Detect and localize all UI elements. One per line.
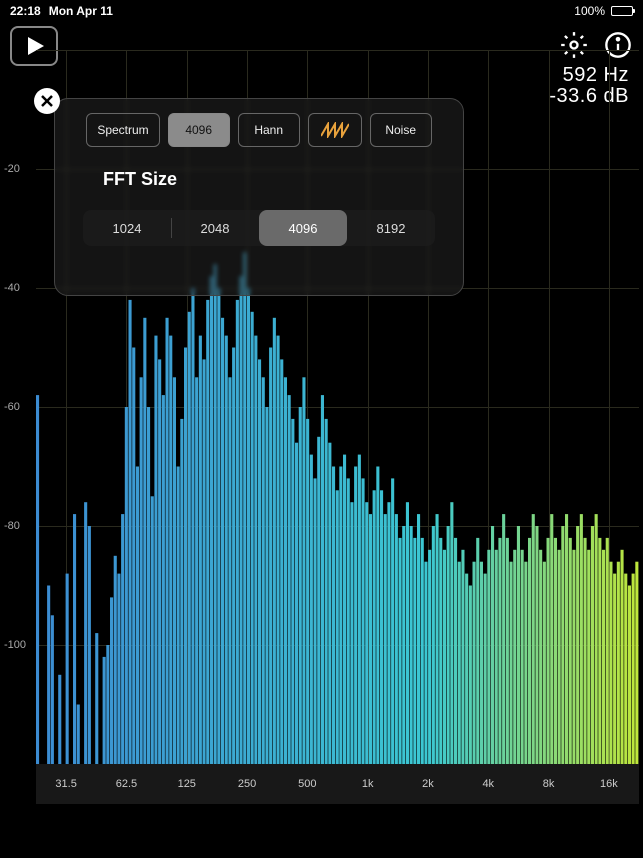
y-tick-label: -20: [4, 163, 20, 175]
popup-tab-4096[interactable]: 4096: [168, 113, 230, 147]
y-tick-label: -40: [4, 282, 20, 294]
x-tick-label: 1k: [362, 778, 374, 790]
sawtooth-icon: [321, 122, 349, 138]
popup-tab-spectrum[interactable]: Spectrum: [86, 113, 159, 147]
x-tick-label: 250: [238, 778, 256, 790]
close-icon: [40, 94, 54, 108]
fft-size-option-1024[interactable]: 1024: [83, 210, 171, 246]
x-tick-label: 31.5: [55, 778, 76, 790]
x-axis: 31.5 62.5 125 250 500 1k 2k 4k 8k 16k: [36, 764, 639, 804]
battery-icon: [611, 6, 633, 16]
y-tick-label: -80: [4, 520, 20, 532]
fft-size-option-8192[interactable]: 8192: [347, 210, 435, 246]
x-tick-label: 125: [178, 778, 196, 790]
y-tick-label: -100: [4, 639, 26, 651]
fft-settings-popup: Spectrum4096HannNoise FFT Size 102420484…: [54, 98, 464, 296]
x-tick-label: 62.5: [116, 778, 137, 790]
battery-percent-label: 100%: [574, 4, 605, 18]
fft-size-option-4096[interactable]: 4096: [259, 210, 347, 246]
status-date: Mon Apr 11: [49, 4, 113, 18]
popup-title: FFT Size: [103, 169, 445, 190]
popup-tab-hann[interactable]: Hann: [238, 113, 300, 147]
popup-tab-noise[interactable]: Noise: [370, 113, 432, 147]
x-tick-label: 500: [298, 778, 316, 790]
x-tick-label: 4k: [482, 778, 494, 790]
y-tick-label: -60: [4, 401, 20, 413]
status-time: 22:18: [10, 4, 41, 18]
x-tick-label: 8k: [543, 778, 555, 790]
x-tick-label: 2k: [422, 778, 434, 790]
status-bar: 22:18 Mon Apr 11 100%: [0, 0, 643, 22]
close-popup-button[interactable]: [34, 88, 60, 114]
popup-tab-wave[interactable]: [308, 113, 362, 147]
x-tick-label: 16k: [600, 778, 618, 790]
fft-size-option-2048[interactable]: 2048: [171, 210, 259, 246]
